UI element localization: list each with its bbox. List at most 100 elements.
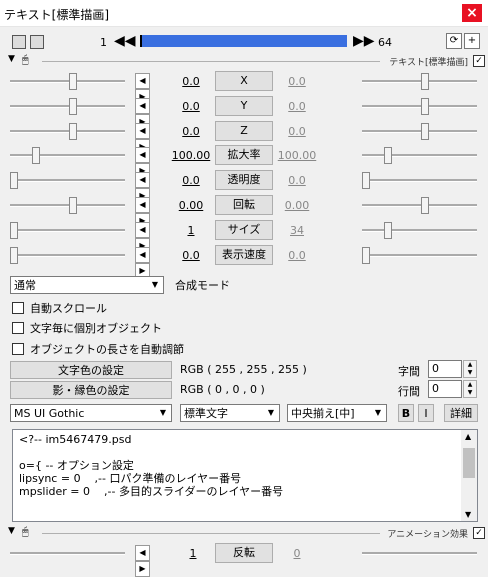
line-spacing-input[interactable]: 0: [428, 380, 462, 398]
param-left-value[interactable]: 0.0: [168, 100, 214, 113]
param-right-slider[interactable]: [362, 145, 477, 165]
collapse-icon[interactable]: ▼: [8, 526, 15, 536]
italic-button[interactable]: I: [418, 404, 434, 422]
param-step-arrows[interactable]: ◀▶: [135, 122, 165, 155]
scroll-thumb[interactable]: [463, 448, 475, 478]
step-left-icon[interactable]: ◀: [135, 97, 150, 114]
param-left-slider[interactable]: [10, 96, 125, 116]
alignment-select[interactable]: 中央揃え[中] ▼: [287, 404, 387, 422]
auto-scroll-checkbox[interactable]: [12, 302, 24, 314]
shadow-color-button[interactable]: 影・縁色の設定: [10, 381, 172, 399]
add-filter-icon[interactable]: +: [464, 33, 480, 49]
slider-thumb[interactable]: [69, 73, 77, 90]
slider-thumb[interactable]: [69, 97, 77, 115]
camera-icon[interactable]: [12, 35, 26, 49]
anim-step-arrows[interactable]: ◀▶: [135, 545, 165, 577]
param-left-value[interactable]: 0.0: [168, 75, 214, 88]
param-right-value[interactable]: 0.0: [274, 125, 320, 138]
param-left-slider[interactable]: [10, 245, 125, 265]
param-left-value[interactable]: 1: [168, 224, 214, 237]
scroll-down-icon[interactable]: ▼: [465, 510, 471, 519]
text-style-select[interactable]: 標準文字 ▼: [180, 404, 280, 422]
step-left-icon[interactable]: ◀: [135, 73, 150, 89]
anim-left-slider[interactable]: [10, 543, 125, 563]
param-button[interactable]: Z: [215, 120, 273, 141]
param-left-value[interactable]: 100.00: [168, 149, 214, 162]
per-char-object-checkbox[interactable]: [12, 322, 24, 334]
param-left-slider[interactable]: [10, 145, 125, 165]
slider-thumb[interactable]: [69, 197, 77, 214]
param-right-slider[interactable]: [362, 71, 477, 91]
param-step-arrows[interactable]: ◀▶: [135, 73, 165, 105]
param-left-slider[interactable]: [10, 121, 125, 141]
text-color-button[interactable]: 文字色の設定: [10, 361, 172, 379]
font-family-select[interactable]: MS UI Gothic ▼: [10, 404, 172, 422]
param-right-value[interactable]: 0.00: [274, 199, 320, 212]
blend-mode-select[interactable]: 通常 ▼: [10, 276, 164, 294]
vertical-scrollbar[interactable]: ▲ ▼: [461, 430, 477, 521]
slider-thumb[interactable]: [384, 147, 392, 165]
close-button[interactable]: ×: [462, 4, 482, 22]
step-left-icon[interactable]: ◀: [135, 246, 150, 263]
auto-length-checkbox[interactable]: [12, 343, 24, 355]
slider-thumb[interactable]: [421, 97, 429, 115]
anim-right-value[interactable]: 0: [274, 547, 320, 560]
param-button[interactable]: サイズ: [215, 219, 273, 240]
param-right-value[interactable]: 34: [274, 224, 320, 237]
param-right-value[interactable]: 0.0: [274, 249, 320, 262]
param-left-slider[interactable]: [10, 170, 125, 190]
slider-thumb[interactable]: [421, 122, 429, 140]
step-left-icon[interactable]: ◀: [135, 147, 150, 164]
param-right-slider[interactable]: [362, 245, 477, 265]
slider-thumb[interactable]: [384, 221, 392, 239]
next-keyframe-button[interactable]: ▶▶: [353, 32, 375, 50]
param-step-arrows[interactable]: ◀▶: [135, 221, 165, 254]
param-right-value[interactable]: 0.0: [274, 75, 320, 88]
param-left-slider[interactable]: [10, 220, 125, 240]
grid-icon[interactable]: [30, 35, 44, 49]
slider-thumb[interactable]: [421, 73, 429, 90]
param-button[interactable]: 透明度: [215, 170, 273, 191]
line-spacing-spinner[interactable]: ▲ ▼: [463, 380, 477, 398]
prev-keyframe-button[interactable]: ◀◀: [114, 32, 136, 50]
param-right-value[interactable]: 100.00: [274, 149, 320, 162]
slider-thumb[interactable]: [10, 172, 18, 190]
param-right-slider[interactable]: [362, 96, 477, 116]
anim-param-button[interactable]: 反転: [215, 543, 273, 563]
param-button[interactable]: Y: [215, 95, 273, 116]
param-step-arrows[interactable]: ◀▶: [135, 97, 165, 130]
char-spacing-spinner[interactable]: ▲ ▼: [463, 360, 477, 378]
slider-thumb[interactable]: [421, 197, 429, 214]
anim-right-slider[interactable]: [362, 543, 477, 563]
param-button[interactable]: 表示速度: [215, 244, 273, 265]
anim-left-value[interactable]: 1: [170, 547, 216, 560]
param-left-value[interactable]: 0.0: [168, 174, 214, 187]
param-right-slider[interactable]: [362, 121, 477, 141]
param-right-value[interactable]: 0.0: [274, 174, 320, 187]
param-step-arrows[interactable]: ◀▶: [135, 172, 165, 205]
param-right-slider[interactable]: [362, 220, 477, 240]
animation-enable-checkbox[interactable]: ✓: [473, 527, 485, 539]
param-left-slider[interactable]: [10, 195, 125, 215]
step-left-icon[interactable]: ◀: [135, 172, 150, 189]
char-spacing-input[interactable]: 0: [428, 360, 462, 378]
param-left-value[interactable]: 0.0: [168, 125, 214, 138]
param-step-arrows[interactable]: ◀▶: [135, 197, 165, 229]
slider-thumb[interactable]: [69, 122, 77, 140]
section-enable-checkbox[interactable]: ✓: [473, 55, 485, 67]
param-right-slider[interactable]: [362, 170, 477, 190]
param-left-value[interactable]: 0.00: [168, 199, 214, 212]
text-content-area[interactable]: <?-- im5467479.psd o={ -- オプション設定 lipsyn…: [12, 429, 478, 522]
param-button[interactable]: 拡大率: [215, 145, 273, 166]
slider-thumb[interactable]: [32, 147, 40, 165]
param-right-value[interactable]: 0.0: [274, 100, 320, 113]
refresh-icon[interactable]: ⟳: [446, 33, 462, 49]
slider-thumb[interactable]: [362, 246, 370, 264]
slider-thumb[interactable]: [10, 221, 18, 239]
step-left-icon[interactable]: ◀: [135, 122, 150, 139]
slider-thumb[interactable]: [362, 172, 370, 190]
param-left-slider[interactable]: [10, 71, 125, 91]
param-step-arrows[interactable]: ◀▶: [135, 246, 165, 279]
collapse-icon[interactable]: ▼: [8, 54, 15, 64]
detail-button[interactable]: 詳細: [444, 404, 478, 422]
